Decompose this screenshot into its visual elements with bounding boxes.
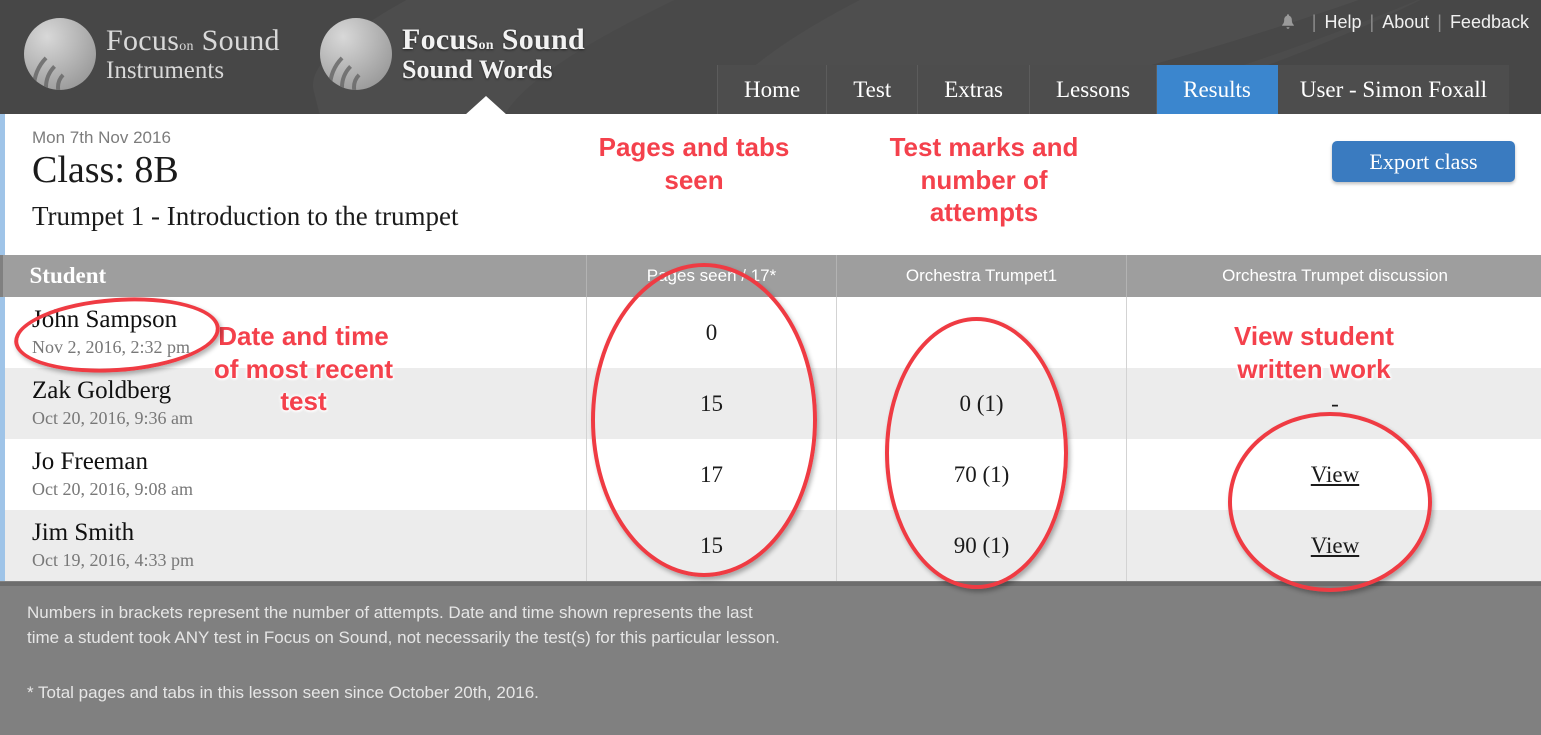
about-link[interactable]: About xyxy=(1382,12,1429,33)
logo-instruments-subtitle: Instruments xyxy=(106,56,225,84)
nav-tab-results[interactable]: Results xyxy=(1157,65,1278,114)
current-date: Mon 7th Nov 2016 xyxy=(32,128,171,147)
utility-divider: | xyxy=(1437,12,1442,32)
feedback-link[interactable]: Feedback xyxy=(1450,12,1529,33)
annotation-ellipse-marks-column xyxy=(885,317,1068,589)
column-header-student[interactable]: Student xyxy=(2,255,587,297)
focus-on-sound-logo-icon xyxy=(24,18,96,90)
results-page: Focuson Sound Instruments Focuson Sound … xyxy=(0,0,1541,735)
active-product-pointer-icon xyxy=(465,96,507,114)
nav-tab-user[interactable]: User - Simon Foxall xyxy=(1277,65,1510,114)
export-class-button[interactable]: Export class xyxy=(1332,141,1515,182)
utility-divider: | xyxy=(1311,12,1317,32)
app-header: Focuson Sound Instruments Focuson Sound … xyxy=(0,0,1541,114)
bell-icon[interactable] xyxy=(1281,13,1295,32)
header-utility-links: | Help | About | Feedback xyxy=(1281,12,1529,33)
nav-tab-home[interactable]: Home xyxy=(717,65,828,114)
annotation-pages-and-tabs-seen: Pages and tabs seen xyxy=(598,132,790,195)
table-header-row: Student Pages seen / 17* Orchestra Trump… xyxy=(2,255,1541,297)
student-name: Jim Smith xyxy=(32,519,135,547)
annotation-ellipse-pages-column xyxy=(591,263,817,577)
student-name: Jo Freeman xyxy=(32,448,148,476)
logo-sound-words-subtitle: Sound Words xyxy=(402,55,553,84)
column-header-orchestra-trumpet-discussion[interactable]: Orchestra Trumpet discussion xyxy=(1126,255,1541,297)
student-cell[interactable]: Jo Freeman Oct 20, 2016, 9:08 am xyxy=(0,439,587,510)
footer-note-attempts: Numbers in brackets represent the number… xyxy=(27,603,780,647)
utility-divider: | xyxy=(1369,12,1375,32)
footer-note-pages: * Total pages and tabs in this lesson se… xyxy=(27,683,539,702)
lesson-subtitle: Trumpet 1 - Introduction to the trumpet xyxy=(32,201,459,231)
annotation-test-marks: Test marks and number of attempts xyxy=(889,132,1079,227)
help-link[interactable]: Help xyxy=(1324,12,1361,33)
annotation-view-student-work: View student written work xyxy=(1234,321,1394,384)
column-header-orchestra-trumpet1[interactable]: Orchestra Trumpet1 xyxy=(836,255,1127,297)
focus-on-sound-logo-icon xyxy=(320,18,392,90)
annotation-date-and-time: Date and time of most recent test xyxy=(213,321,394,416)
page-title: Class: 8B xyxy=(32,149,179,191)
student-last-test-date: Oct 19, 2016, 4:33 pm xyxy=(32,550,194,571)
annotation-ellipse-view-links xyxy=(1228,412,1432,592)
logo-instruments[interactable]: Focuson Sound Instruments xyxy=(24,18,280,90)
student-last-test-date: Oct 20, 2016, 9:08 am xyxy=(32,479,193,500)
logo-sound-words-title: Focuson Sound xyxy=(402,23,585,56)
student-cell[interactable]: Jim Smith Oct 19, 2016, 4:33 pm xyxy=(0,510,587,581)
logo-instruments-title: Focuson Sound xyxy=(106,23,280,57)
nav-tab-test[interactable]: Test xyxy=(827,65,919,114)
footer-notes: Numbers in brackets represent the number… xyxy=(0,582,1541,735)
nav-tab-lessons[interactable]: Lessons xyxy=(1029,65,1158,114)
main-navigation: Home Test Extras Lessons Results User - … xyxy=(717,65,1510,114)
logo-sound-words[interactable]: Focuson Sound Sound Words xyxy=(320,18,585,90)
nav-tab-extras[interactable]: Extras xyxy=(918,65,1030,114)
